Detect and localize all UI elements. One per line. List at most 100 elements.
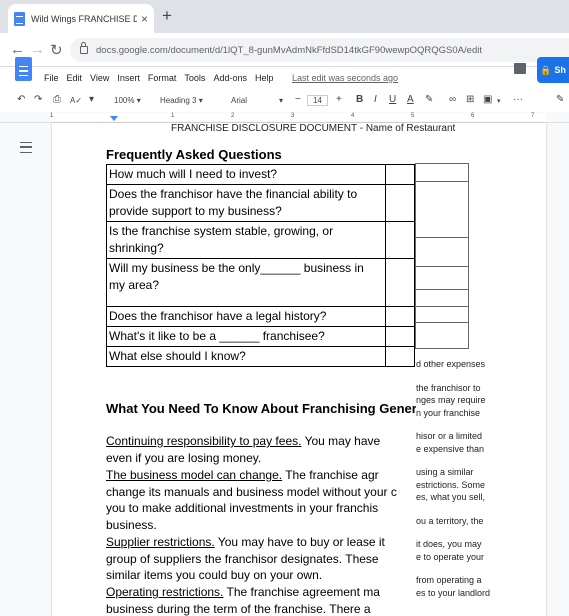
ruler-number: 2	[231, 113, 235, 119]
faq-answer-cell[interactable]	[385, 184, 415, 222]
paint-format-icon[interactable]: ▾	[89, 94, 94, 105]
ruler-number: 4	[351, 113, 355, 119]
underline-button[interactable]: U	[389, 94, 396, 105]
browser-tab-bar: Wild Wings FRANCHISE DISCLOS × +	[0, 0, 569, 33]
docs-logo-icon[interactable]	[15, 57, 32, 81]
faq-question: Does the franchisor have a legal history…	[106, 306, 386, 327]
overflow-text: nges may require	[416, 395, 486, 405]
document-outline-icon[interactable]	[20, 142, 32, 153]
paragraph-line: The business model can change. The franc…	[106, 467, 416, 484]
comment-history-icon[interactable]	[514, 63, 526, 74]
italic-button[interactable]: I	[374, 94, 377, 105]
paragraph-label: The business model can change.	[106, 468, 283, 482]
ruler-number: 6	[471, 113, 475, 119]
reload-icon[interactable]: ↻	[50, 41, 63, 59]
formatting-toolbar: ↶ ↷ ⎙ A✓ ▾ 100% ▾ Heading 3 ▾ Arial ▾ − 1…	[0, 92, 569, 112]
paragraph-line: change its manuals and business model wi…	[106, 484, 397, 499]
indent-marker-icon[interactable]	[110, 116, 118, 121]
faq-heading: Frequently Asked Questions	[106, 147, 282, 162]
forward-arrow-icon[interactable]: →	[30, 41, 45, 58]
overflow-text: it does, you may	[416, 539, 482, 549]
document-page[interactable]: FRANCHISE DISCLOSURE DOCUMENT - Name of …	[52, 123, 546, 616]
overflow-row-divider	[415, 237, 469, 238]
more-options-icon[interactable]: ···	[513, 94, 523, 105]
close-tab-icon[interactable]: ×	[141, 12, 148, 26]
paragraph-business-model: The business model can change. The franc…	[106, 467, 416, 534]
share-button[interactable]: 🔒 Sh	[537, 57, 569, 83]
ruler-number: 7	[531, 113, 535, 119]
increase-font-size-button[interactable]: +	[336, 94, 342, 105]
overflow-text: n your franchise	[416, 408, 481, 418]
print-icon[interactable]: ⎙	[53, 94, 61, 105]
overflow-row-divider	[415, 181, 469, 182]
faq-answer-cell[interactable]	[385, 306, 415, 327]
share-label: Sh	[554, 65, 566, 75]
overflow-text: the franchisor to	[416, 383, 481, 393]
highlight-icon[interactable]: ✎	[425, 94, 433, 105]
menu-view[interactable]: View	[90, 73, 109, 83]
comment-icon[interactable]: ⊞	[466, 94, 474, 105]
redo-icon[interactable]: ↷	[34, 94, 42, 105]
spellcheck-icon[interactable]: A✓	[70, 96, 82, 105]
overflow-row-divider	[415, 322, 469, 323]
faq-question: Will my business be the only______ busin…	[106, 258, 386, 307]
paragraph-text: You may have to buy or lease it	[214, 535, 385, 549]
section-heading: What You Need To Know About Franchising …	[106, 401, 416, 416]
undo-icon[interactable]: ↶	[17, 94, 25, 105]
text-color-button[interactable]: A	[407, 94, 414, 105]
menu-edit[interactable]: Edit	[67, 73, 83, 83]
overflow-text: e expensive than	[416, 444, 485, 454]
menu-insert[interactable]: Insert	[117, 73, 140, 83]
faq-answer-cell[interactable]	[385, 164, 415, 185]
bold-button[interactable]: B	[356, 94, 363, 105]
tab-title: Wild Wings FRANCHISE DISCLOS	[31, 13, 137, 24]
paragraph-line: you to make additional investments in yo…	[106, 501, 379, 516]
menu-file[interactable]: File	[44, 73, 59, 83]
faq-question: What's it like to be a ______ franchisee…	[106, 326, 386, 347]
editing-mode-pencil-icon[interactable]: ✎	[556, 94, 564, 105]
decrease-font-size-button[interactable]: −	[295, 94, 301, 105]
browser-tab[interactable]: Wild Wings FRANCHISE DISCLOS ×	[8, 4, 154, 33]
url-text: docs.google.com/document/d/1lQT_8-gunMvA…	[96, 44, 482, 56]
zoom-value: 100%	[114, 96, 135, 105]
zoom-select[interactable]: 100% ▾	[114, 96, 141, 105]
ruler-number: 1	[171, 113, 175, 119]
faq-answer-cell[interactable]	[385, 221, 415, 259]
faq-answer-cell[interactable]	[385, 346, 415, 367]
menu-help[interactable]: Help	[255, 73, 274, 83]
last-edit-link[interactable]: Last edit was seconds ago	[292, 73, 398, 83]
faq-question: What else should I know?	[106, 346, 386, 367]
menu-tools[interactable]: Tools	[184, 73, 205, 83]
back-arrow-icon[interactable]: ←	[10, 41, 25, 58]
faq-answer-cell[interactable]	[385, 258, 415, 307]
overflow-row-divider	[415, 306, 469, 307]
menu-add-ons[interactable]: Add-ons	[213, 73, 247, 83]
font-value: Arial	[231, 96, 248, 105]
paragraph-operating: Operating restrictions. The franchise ag…	[106, 584, 416, 616]
overflow-text: hisor or a limited	[416, 431, 483, 441]
menu-format[interactable]: Format	[148, 73, 177, 83]
paragraph-line: Continuing responsibility to pay fees. Y…	[106, 433, 416, 450]
lock-icon	[80, 42, 88, 54]
style-select[interactable]: Heading 3 ▾	[160, 96, 203, 105]
faq-question: Does the franchisor have the financial a…	[106, 184, 386, 222]
paragraph-label: Operating restrictions.	[106, 585, 224, 599]
paragraph-line: business during the term of the franchis…	[106, 601, 371, 616]
ruler-number: 5	[411, 113, 415, 119]
paragraph-line: similar items you could buy on your own.	[106, 568, 323, 583]
paragraph-text: The franchise agreement ma	[223, 585, 380, 599]
overflow-text: d other expenses	[416, 359, 486, 369]
overflow-text: e to operate your	[416, 552, 485, 562]
chevron-down-icon: ▾	[279, 96, 284, 105]
overflow-text: es, what you sell,	[416, 492, 486, 502]
faq-answer-cell[interactable]	[385, 326, 415, 347]
link-icon[interactable]: ∞	[449, 94, 456, 105]
paragraph-label: Continuing responsibility to pay fees.	[106, 434, 302, 448]
font-select[interactable]: Arial ▾	[231, 96, 287, 105]
font-size-input[interactable]: 14	[307, 95, 328, 106]
ruler-number: 1	[50, 113, 54, 119]
image-icon[interactable]: ▣	[483, 94, 492, 105]
url-omnibox[interactable]: docs.google.com/document/d/1lQT_8-gunMvA…	[70, 38, 569, 62]
paragraph-fees: Continuing responsibility to pay fees. Y…	[106, 433, 416, 466]
new-tab-icon[interactable]: +	[162, 6, 172, 26]
